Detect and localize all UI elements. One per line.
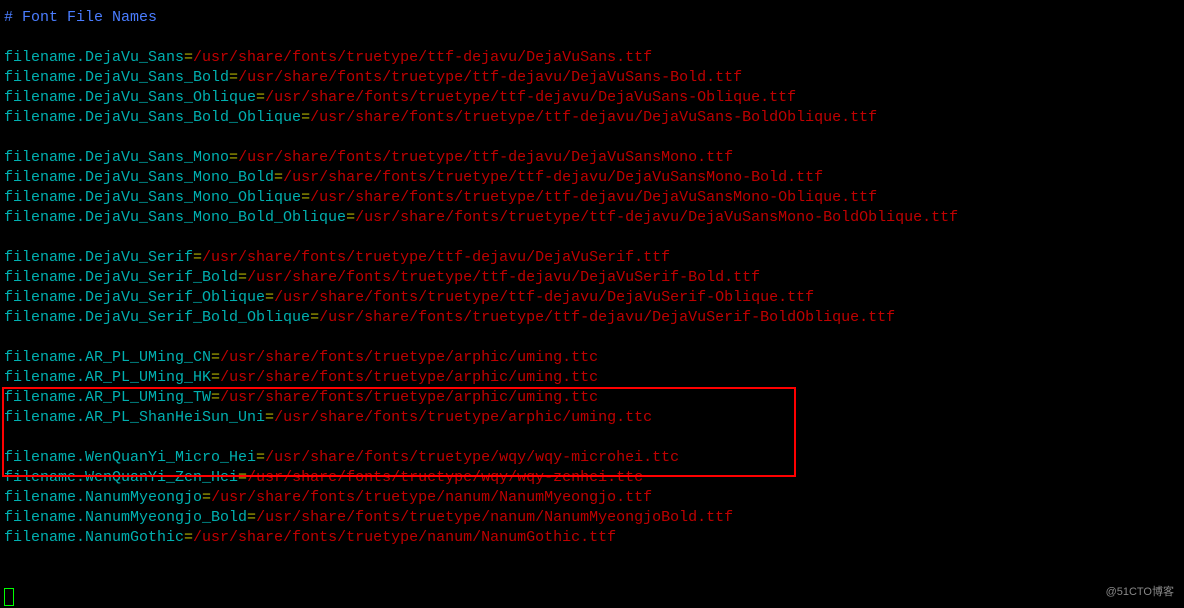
equals-sign: = xyxy=(265,409,274,426)
config-key: filename.AR_PL_UMing_TW xyxy=(4,389,211,406)
equals-sign: = xyxy=(247,509,256,526)
config-key: filename.DejaVu_Sans_Mono xyxy=(4,149,229,166)
config-line: filename.DejaVu_Sans_Bold_Oblique=/usr/s… xyxy=(4,108,1184,128)
config-key: filename.AR_PL_UMing_HK xyxy=(4,369,211,386)
equals-sign: = xyxy=(346,209,355,226)
config-line: filename.DejaVu_Serif_Bold=/usr/share/fo… xyxy=(4,268,1184,288)
equals-sign: = xyxy=(256,89,265,106)
equals-sign: = xyxy=(184,529,193,546)
config-line: filename.NanumGothic=/usr/share/fonts/tr… xyxy=(4,528,1184,548)
config-line: filename.WenQuanYi_Micro_Hei=/usr/share/… xyxy=(4,448,1184,468)
config-line: filename.DejaVu_Sans_Oblique=/usr/share/… xyxy=(4,88,1184,108)
equals-sign: = xyxy=(229,149,238,166)
config-key: filename.DejaVu_Serif_Bold_Oblique xyxy=(4,309,310,326)
equals-sign: = xyxy=(265,289,274,306)
config-key: filename.NanumMyeongjo xyxy=(4,489,202,506)
config-line: filename.AR_PL_UMing_CN=/usr/share/fonts… xyxy=(4,348,1184,368)
config-path: /usr/share/fonts/truetype/arphic/uming.t… xyxy=(220,349,598,366)
blank-line xyxy=(4,328,1184,348)
config-line: filename.NanumMyeongjo_Bold=/usr/share/f… xyxy=(4,508,1184,528)
equals-sign: = xyxy=(274,169,283,186)
config-line: filename.DejaVu_Sans_Mono_Bold=/usr/shar… xyxy=(4,168,1184,188)
config-line: filename.NanumMyeongjo=/usr/share/fonts/… xyxy=(4,488,1184,508)
config-path: /usr/share/fonts/truetype/ttf-dejavu/Dej… xyxy=(238,149,733,166)
equals-sign: = xyxy=(238,269,247,286)
config-path: /usr/share/fonts/truetype/ttf-dejavu/Dej… xyxy=(319,309,895,326)
config-path: /usr/share/fonts/truetype/ttf-dejavu/Dej… xyxy=(193,49,652,66)
equals-sign: = xyxy=(301,189,310,206)
equals-sign: = xyxy=(310,309,319,326)
config-line: filename.DejaVu_Sans_Mono_Bold_Oblique=/… xyxy=(4,208,1184,228)
config-line: filename.DejaVu_Sans=/usr/share/fonts/tr… xyxy=(4,48,1184,68)
config-key: filename.DejaVu_Serif xyxy=(4,249,193,266)
config-path: /usr/share/fonts/truetype/ttf-dejavu/Dej… xyxy=(247,269,760,286)
config-key: filename.DejaVu_Serif_Bold xyxy=(4,269,238,286)
equals-sign: = xyxy=(301,109,310,126)
config-key: filename.DejaVu_Sans xyxy=(4,49,184,66)
equals-sign: = xyxy=(193,249,202,266)
config-path: /usr/share/fonts/truetype/ttf-dejavu/Dej… xyxy=(274,289,814,306)
config-path: /usr/share/fonts/truetype/wqy/wqy-zenhei… xyxy=(247,469,643,486)
equals-sign: = xyxy=(229,69,238,86)
config-path: /usr/share/fonts/truetype/ttf-dejavu/Dej… xyxy=(283,169,823,186)
config-key: filename.DejaVu_Sans_Mono_Bold_Oblique xyxy=(4,209,346,226)
config-key: filename.WenQuanYi_Micro_Hei xyxy=(4,449,256,466)
config-key: filename.AR_PL_UMing_CN xyxy=(4,349,211,366)
config-key: filename.DejaVu_Sans_Mono_Bold xyxy=(4,169,274,186)
config-path: /usr/share/fonts/truetype/arphic/uming.t… xyxy=(220,389,598,406)
config-key: filename.NanumGothic xyxy=(4,529,184,546)
config-path: /usr/share/fonts/truetype/nanum/NanumMye… xyxy=(211,489,652,506)
comment-line: # Font File Names xyxy=(4,8,1184,28)
config-line: filename.DejaVu_Serif_Oblique=/usr/share… xyxy=(4,288,1184,308)
config-line: filename.DejaVu_Sans_Mono_Oblique=/usr/s… xyxy=(4,188,1184,208)
blank-line xyxy=(4,28,1184,48)
config-line: filename.DejaVu_Sans_Mono=/usr/share/fon… xyxy=(4,148,1184,168)
config-path: /usr/share/fonts/truetype/ttf-dejavu/Dej… xyxy=(310,189,877,206)
equals-sign: = xyxy=(184,49,193,66)
comment-text: # Font File Names xyxy=(4,9,157,26)
config-path: /usr/share/fonts/truetype/arphic/uming.t… xyxy=(274,409,652,426)
config-key: filename.WenQuanYi_Zen_Hei xyxy=(4,469,238,486)
config-path: /usr/share/fonts/truetype/ttf-dejavu/Dej… xyxy=(238,69,742,86)
config-line: filename.DejaVu_Sans_Bold=/usr/share/fon… xyxy=(4,68,1184,88)
config-path: /usr/share/fonts/truetype/ttf-dejavu/Dej… xyxy=(355,209,958,226)
blank-line xyxy=(4,228,1184,248)
equals-sign: = xyxy=(202,489,211,506)
config-line: filename.AR_PL_UMing_TW=/usr/share/fonts… xyxy=(4,388,1184,408)
blank-line xyxy=(4,428,1184,448)
config-path: /usr/share/fonts/truetype/nanum/NanumGot… xyxy=(193,529,616,546)
config-key: filename.DejaVu_Sans_Oblique xyxy=(4,89,256,106)
config-key: filename.DejaVu_Sans_Bold xyxy=(4,69,229,86)
config-path: /usr/share/fonts/truetype/ttf-dejavu/Dej… xyxy=(265,89,796,106)
text-cursor xyxy=(4,588,14,606)
config-path: /usr/share/fonts/truetype/ttf-dejavu/Dej… xyxy=(310,109,877,126)
config-key: filename.DejaVu_Sans_Bold_Oblique xyxy=(4,109,301,126)
equals-sign: = xyxy=(211,349,220,366)
config-path: /usr/share/fonts/truetype/nanum/NanumMye… xyxy=(256,509,733,526)
config-key: filename.DejaVu_Serif_Oblique xyxy=(4,289,265,306)
equals-sign: = xyxy=(211,389,220,406)
config-key: filename.DejaVu_Sans_Mono_Oblique xyxy=(4,189,301,206)
config-line: filename.DejaVu_Serif=/usr/share/fonts/t… xyxy=(4,248,1184,268)
config-path: /usr/share/fonts/truetype/wqy/wqy-microh… xyxy=(265,449,679,466)
config-line: filename.DejaVu_Serif_Bold_Oblique=/usr/… xyxy=(4,308,1184,328)
config-line: filename.AR_PL_UMing_HK=/usr/share/fonts… xyxy=(4,368,1184,388)
equals-sign: = xyxy=(238,469,247,486)
config-path: /usr/share/fonts/truetype/arphic/uming.t… xyxy=(220,369,598,386)
watermark: @51CTO博客 xyxy=(1106,582,1174,602)
config-key: filename.NanumMyeongjo_Bold xyxy=(4,509,247,526)
config-line: filename.AR_PL_ShanHeiSun_Uni=/usr/share… xyxy=(4,408,1184,428)
config-key: filename.AR_PL_ShanHeiSun_Uni xyxy=(4,409,265,426)
blank-line xyxy=(4,128,1184,148)
config-path: /usr/share/fonts/truetype/ttf-dejavu/Dej… xyxy=(202,249,670,266)
terminal-view[interactable]: # Font File Names filename.DejaVu_Sans=/… xyxy=(0,0,1184,548)
config-line: filename.WenQuanYi_Zen_Hei=/usr/share/fo… xyxy=(4,468,1184,488)
equals-sign: = xyxy=(256,449,265,466)
equals-sign: = xyxy=(211,369,220,386)
